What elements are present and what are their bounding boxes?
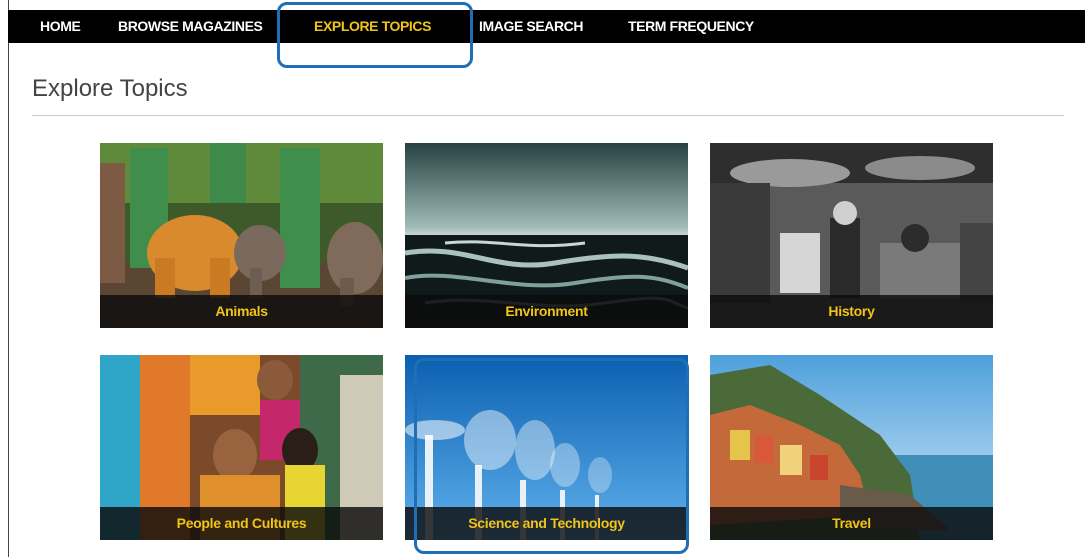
- topic-tile-history[interactable]: History: [710, 143, 993, 328]
- topic-tile-science-and-technology[interactable]: Science and Technology: [405, 355, 688, 540]
- nav-home[interactable]: HOME: [40, 10, 81, 43]
- topic-tile-environment[interactable]: Environment: [405, 143, 688, 328]
- nav-explore-topics[interactable]: EXPLORE TOPICS: [314, 10, 431, 43]
- topic-label: History: [710, 295, 993, 328]
- topic-tile-travel[interactable]: Travel: [710, 355, 993, 540]
- topic-tile-animals[interactable]: Animals: [100, 143, 383, 328]
- topic-label: People and Cultures: [100, 507, 383, 540]
- topic-label: Travel: [710, 507, 993, 540]
- topic-label: Animals: [100, 295, 383, 328]
- topic-tile-people-and-cultures[interactable]: People and Cultures: [100, 355, 383, 540]
- nav-term-frequency[interactable]: TERM FREQUENCY: [628, 10, 754, 43]
- top-navigation-bar: HOME BROWSE MAGAZINES EXPLORE TOPICS IMA…: [8, 10, 1085, 43]
- topic-label: Environment: [405, 295, 688, 328]
- title-divider: [32, 115, 1064, 116]
- topic-label: Science and Technology: [405, 507, 688, 540]
- nav-browse-magazines[interactable]: BROWSE MAGAZINES: [118, 10, 263, 43]
- page-title: Explore Topics: [32, 75, 188, 102]
- nav-image-search[interactable]: IMAGE SEARCH: [479, 10, 584, 43]
